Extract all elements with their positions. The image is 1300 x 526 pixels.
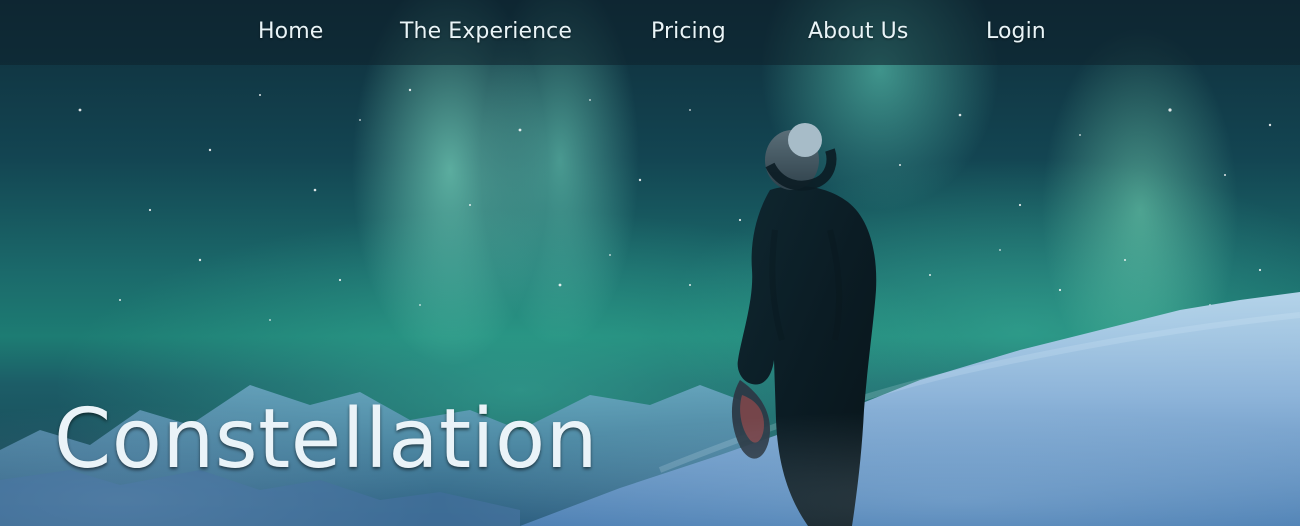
nav-link-the-experience[interactable]: The Experience: [400, 17, 572, 47]
nav-link-pricing[interactable]: Pricing: [651, 17, 726, 47]
nav-link-about-us[interactable]: About Us: [808, 17, 908, 47]
nav-link-home[interactable]: Home: [258, 17, 323, 47]
hero-section: Home The Experience Pricing About Us Log…: [0, 0, 1300, 526]
nav-link-login[interactable]: Login: [986, 17, 1046, 47]
top-navigation-bar: Home The Experience Pricing About Us Log…: [0, 0, 1300, 65]
hero-title: Constellation: [54, 392, 599, 487]
